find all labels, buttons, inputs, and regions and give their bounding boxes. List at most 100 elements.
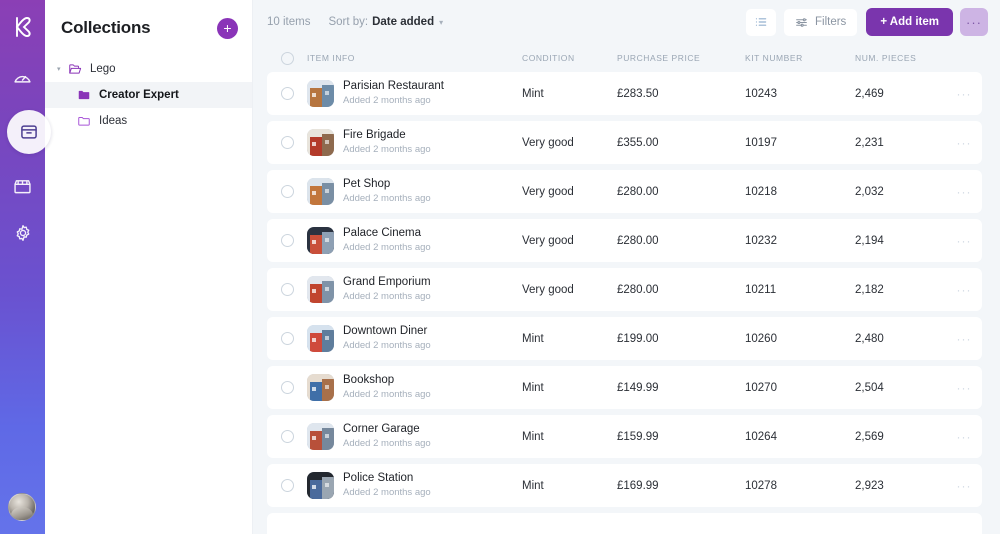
- more-options-button[interactable]: ···: [960, 8, 988, 36]
- column-header-kit-number[interactable]: KIT NUMBER: [745, 53, 855, 63]
- item-name: Downtown Diner: [343, 325, 428, 337]
- row-item-info: Parisian Restaurant Added 2 months ago: [307, 80, 522, 107]
- cell-num-pieces: 2,469: [855, 87, 884, 100]
- row-actions-button[interactable]: ···: [946, 234, 982, 248]
- row-item-info: Downtown Diner Added 2 months ago: [307, 325, 522, 352]
- row-actions-button[interactable]: ···: [946, 87, 982, 101]
- filters-button[interactable]: Filters: [784, 8, 858, 36]
- gauge-dashboard-icon: [12, 67, 33, 88]
- row-checkbox[interactable]: [267, 381, 307, 394]
- sort-by-dropdown[interactable]: Sort by: Date added ▾: [328, 16, 443, 28]
- item-added-date: Added 2 months ago: [343, 193, 431, 204]
- item-thumbnail: [307, 472, 334, 499]
- table-row[interactable]: Parisian Restaurant Added 2 months ago Min…: [267, 72, 982, 115]
- rail-item-dashboard[interactable]: [9, 64, 36, 91]
- radio-icon: [280, 479, 294, 492]
- item-thumbnail: [307, 178, 334, 205]
- row-actions-button[interactable]: ···: [946, 185, 982, 199]
- item-name: Pet Shop: [343, 178, 391, 190]
- tree-item-ideas[interactable]: Ideas: [45, 108, 252, 134]
- add-collection-button[interactable]: +: [217, 17, 238, 39]
- cell-purchase-price: £280.00: [617, 234, 659, 247]
- row-actions-button[interactable]: ···: [946, 136, 982, 150]
- select-all-checkbox[interactable]: [267, 51, 307, 65]
- table-row[interactable]: Fire Brigade Added 2 months ago Very good £…: [267, 121, 982, 164]
- table-row[interactable]: Corner Garage Added 2 months ago Mint £159.…: [267, 415, 982, 458]
- column-header-purchase-price[interactable]: PURCHASE PRICE: [617, 53, 745, 63]
- item-name: Parisian Restaurant: [343, 80, 444, 92]
- item-text-block: Palace Cinema Added 2 months ago: [343, 227, 431, 254]
- row-actions-button[interactable]: ···: [946, 381, 982, 395]
- row-checkbox[interactable]: [267, 185, 307, 198]
- cell-num-pieces: 2,182: [855, 283, 884, 296]
- radio-icon: [280, 136, 294, 149]
- row-checkbox[interactable]: [267, 332, 307, 345]
- cell-purchase-price: £283.50: [617, 87, 659, 100]
- cell-kit-number: 10211: [745, 283, 777, 296]
- row-checkbox[interactable]: [267, 136, 307, 149]
- avatar[interactable]: [8, 493, 36, 521]
- radio-icon: [280, 430, 294, 443]
- storefront-icon: [12, 176, 33, 197]
- row-checkbox[interactable]: [267, 87, 307, 100]
- cell-kit-number: 10218: [745, 185, 777, 198]
- rail-item-marketplace[interactable]: [9, 173, 36, 200]
- tree-item-label: Lego: [90, 63, 116, 75]
- row-checkbox[interactable]: [267, 234, 307, 247]
- rail-item-settings[interactable]: [9, 219, 36, 246]
- item-text-block: Parisian Restaurant Added 2 months ago: [343, 80, 444, 107]
- row-checkbox[interactable]: [267, 430, 307, 443]
- collections-app: Collections + ▾ Lego Creator Expert Idea…: [0, 0, 1000, 534]
- toolbar: 10 items Sort by: Date added ▾ Filters +…: [253, 0, 1000, 44]
- row-item-info: Bookshop Added 2 months ago: [307, 374, 522, 401]
- cell-kit-number: 10260: [745, 332, 777, 345]
- cell-purchase-price: £169.99: [617, 479, 659, 492]
- item-table: Parisian Restaurant Added 2 months ago Min…: [253, 72, 1000, 534]
- kollectin-logo-icon[interactable]: [8, 12, 38, 42]
- column-header-item-info[interactable]: ITEM INFO: [307, 53, 522, 63]
- table-row[interactable]: Police Station Added 2 months ago Mint £169…: [267, 464, 982, 507]
- table-row[interactable]: Palace Cinema Added 2 months ago Very good…: [267, 219, 982, 262]
- filters-label: Filters: [815, 16, 847, 28]
- table-row[interactable]: Grand Emporium Added 2 months ago Very goo…: [267, 268, 982, 311]
- cell-purchase-price: £280.00: [617, 283, 659, 296]
- tree-item-creator-expert[interactable]: Creator Expert: [45, 82, 252, 108]
- table-row[interactable]: ···: [267, 513, 982, 534]
- tree-item-lego[interactable]: ▾ Lego: [45, 56, 252, 82]
- row-checkbox[interactable]: [267, 479, 307, 492]
- folder-outline-icon: [77, 114, 95, 128]
- table-row[interactable]: Downtown Diner Added 2 months ago Mint £199…: [267, 317, 982, 360]
- row-checkbox[interactable]: [267, 283, 307, 296]
- archive-box-icon: [19, 122, 39, 142]
- row-actions-button[interactable]: ···: [946, 332, 982, 346]
- cell-kit-number: 10278: [745, 479, 777, 492]
- item-text-block: Corner Garage Added 2 months ago: [343, 423, 431, 450]
- row-actions-button[interactable]: ···: [946, 479, 982, 493]
- item-count: 10 items: [267, 16, 311, 28]
- row-actions-button[interactable]: ···: [946, 283, 982, 297]
- item-text-block: Police Station Added 2 months ago: [343, 472, 431, 499]
- item-thumbnail: [307, 227, 334, 254]
- item-added-date: Added 2 months ago: [343, 438, 431, 449]
- row-item-info: Fire Brigade Added 2 months ago: [307, 129, 522, 156]
- sort-by-label: Sort by:: [328, 16, 369, 28]
- tree-item-label: Creator Expert: [99, 89, 179, 101]
- item-added-date: Added 2 months ago: [343, 144, 431, 155]
- row-actions-button[interactable]: ···: [946, 430, 982, 444]
- item-added-date: Added 2 months ago: [343, 389, 431, 400]
- add-item-button[interactable]: + Add item: [866, 8, 953, 36]
- item-text-block: Bookshop Added 2 months ago: [343, 374, 431, 401]
- folder-open-icon: [68, 62, 86, 76]
- column-header-condition[interactable]: CONDITION: [522, 53, 617, 63]
- chevron-down-icon[interactable]: ▾: [57, 65, 67, 73]
- rail-item-collections[interactable]: [6, 110, 51, 154]
- sidebar-header: Collections +: [45, 0, 252, 44]
- cell-condition: Mint: [522, 332, 544, 345]
- row-item-info: Pet Shop Added 2 months ago: [307, 178, 522, 205]
- column-header-num-pieces[interactable]: NUM. PIECES: [855, 53, 946, 63]
- cell-condition: Very good: [522, 185, 574, 198]
- table-row[interactable]: Bookshop Added 2 months ago Mint £149.99 102…: [267, 366, 982, 409]
- table-row[interactable]: Pet Shop Added 2 months ago Very good £280.…: [267, 170, 982, 213]
- row-item-info: Corner Garage Added 2 months ago: [307, 423, 522, 450]
- list-view-button[interactable]: [746, 8, 776, 36]
